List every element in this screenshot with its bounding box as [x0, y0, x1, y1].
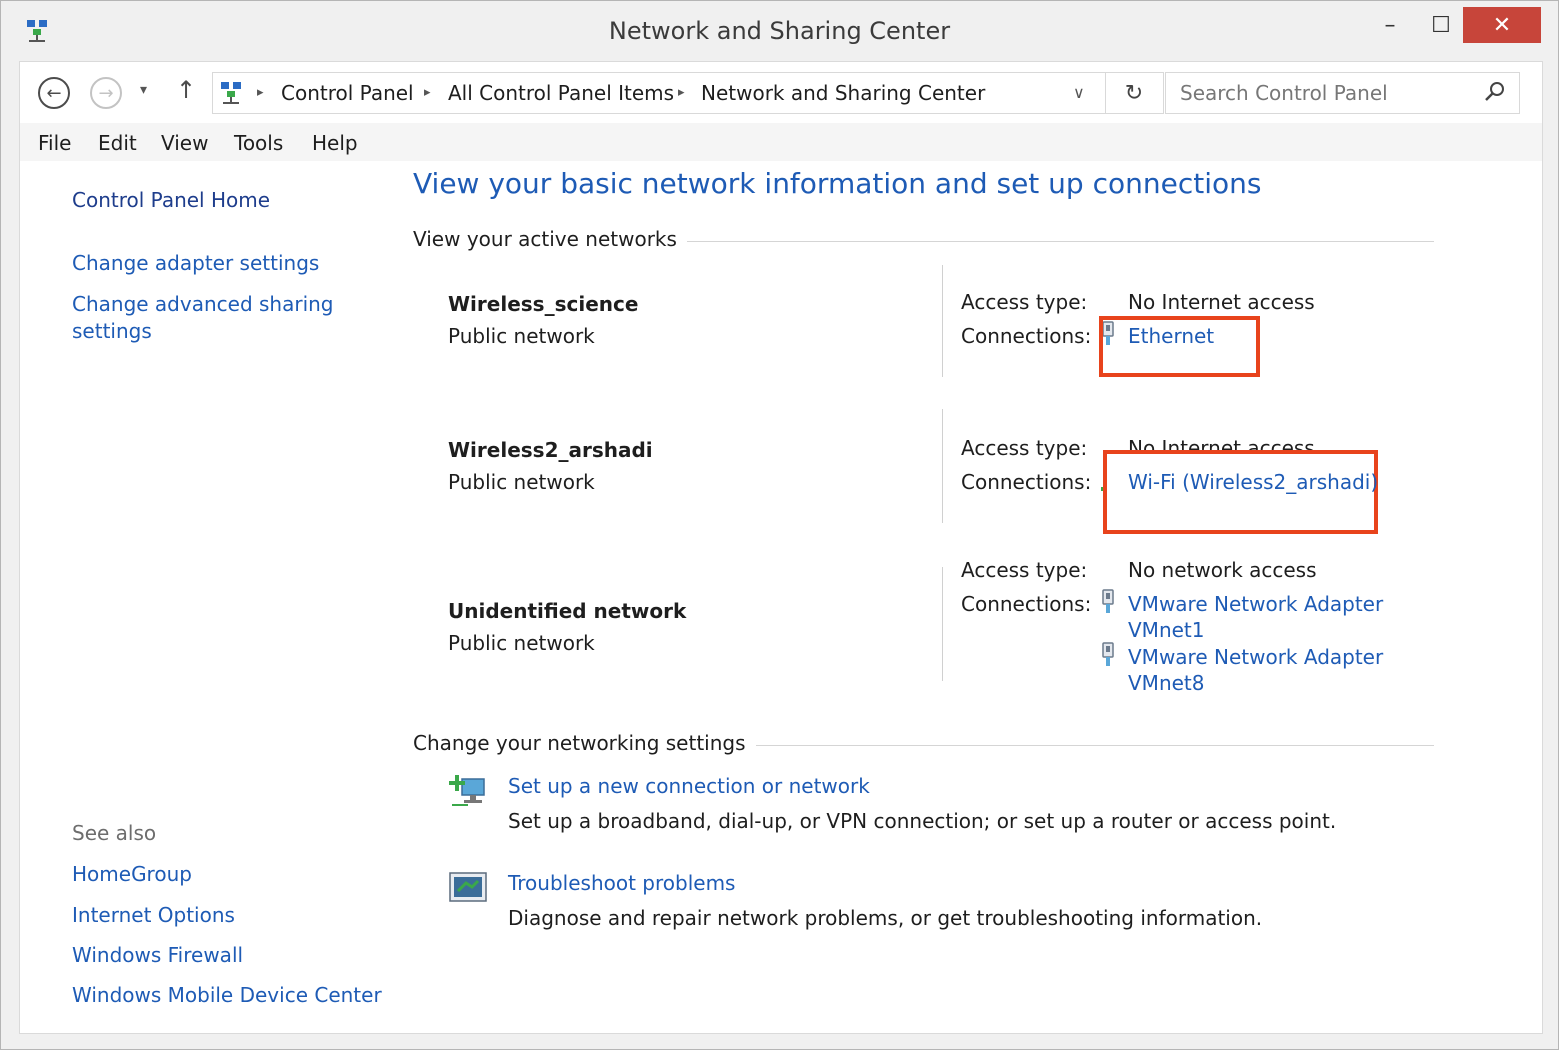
network-name: Unidentified network [448, 599, 687, 623]
divider [942, 567, 943, 681]
address-row: ← → ▾ ↑ ▸ Control Panel ▸ All Control Pa… [19, 61, 1543, 124]
ethernet-icon [1102, 642, 1114, 666]
troubleshoot-problems-link[interactable]: Troubleshoot problems [508, 871, 735, 895]
connections-label: Connections: [961, 324, 1092, 348]
search-placeholder: Search Control Panel [1180, 81, 1388, 105]
refresh-button[interactable]: ↻ [1105, 73, 1162, 113]
recent-pages-dropdown[interactable]: ▾ [140, 82, 147, 98]
divider [942, 265, 943, 377]
change-advanced-sharing-link-line2[interactable]: settings [72, 319, 152, 343]
access-type-label: Access type: [961, 436, 1088, 460]
see-also-title: See also [72, 821, 157, 845]
content-area: Control Panel Home Change adapter settin… [19, 161, 1543, 1034]
title-bar: Network and Sharing Center – ☐ ✕ [1, 1, 1558, 61]
vmnet1-connection-link-line2[interactable]: VMnet1 [1128, 618, 1204, 642]
menu-tools[interactable]: Tools [234, 131, 283, 155]
active-networks-title: View your active networks [413, 227, 687, 251]
breadcrumb-control-panel[interactable]: Control Panel [281, 81, 414, 105]
forward-button[interactable]: → [90, 77, 122, 109]
internet-options-link[interactable]: Internet Options [72, 903, 235, 927]
access-type-value: No network access [1128, 558, 1317, 582]
minimize-button[interactable]: – [1373, 7, 1407, 43]
window: Network and Sharing Center – ☐ ✕ ← → ▾ ↑… [0, 0, 1559, 1050]
access-type-label: Access type: [961, 290, 1088, 314]
access-type-label: Access type: [961, 558, 1088, 582]
up-button[interactable]: ↑ [176, 76, 196, 104]
wifi-connection-link-overlay[interactable]: Wi-Fi (Wireless2_arshadi) [1128, 470, 1378, 494]
menu-help[interactable]: Help [312, 131, 358, 155]
change-adapter-settings-link[interactable]: Change adapter settings [72, 251, 319, 275]
address-dropdown-icon[interactable]: ∨ [1073, 83, 1085, 102]
network-category-link[interactable]: Public network [448, 631, 595, 655]
ethernet-icon [1102, 589, 1114, 613]
window-title: Network and Sharing Center [608, 17, 951, 45]
access-type-value: No Internet access [1128, 290, 1315, 314]
breadcrumb-network-sharing[interactable]: Network and Sharing Center [701, 81, 985, 105]
search-input[interactable]: Search Control Panel [1165, 72, 1520, 114]
network-category-link[interactable]: Public network [448, 324, 595, 348]
breadcrumb-separator-icon[interactable]: ▸ [257, 85, 264, 100]
connections-label: Connections: [961, 470, 1092, 494]
divider [732, 745, 1434, 746]
network-category-link[interactable]: Public network [448, 470, 595, 494]
vmnet8-connection-link[interactable]: VMware Network Adapter [1128, 645, 1383, 669]
connections-label: Connections: [961, 592, 1092, 616]
windows-firewall-link[interactable]: Windows Firewall [72, 943, 243, 967]
control-panel-home-link[interactable]: Control Panel Home [72, 188, 270, 212]
breadcrumb-all-items[interactable]: All Control Panel Items [448, 81, 674, 105]
control-panel-icon [221, 82, 241, 104]
troubleshoot-problems-description: Diagnose and repair network problems, or… [508, 906, 1263, 930]
network-name: Wireless2_arshadi [448, 438, 653, 462]
setup-connection-link[interactable]: Set up a new connection or network [508, 774, 870, 798]
troubleshoot-icon [449, 872, 487, 902]
page-title: View your basic network information and … [413, 167, 1262, 200]
setup-connection-description: Set up a broadband, dial-up, or VPN conn… [508, 809, 1337, 833]
menu-edit[interactable]: Edit [98, 131, 137, 155]
homegroup-link[interactable]: HomeGroup [72, 862, 192, 886]
address-bar[interactable]: ▸ Control Panel ▸ All Control Panel Item… [212, 72, 1164, 114]
vmnet8-connection-link-line2[interactable]: VMnet8 [1128, 671, 1204, 695]
windows-mobile-device-center-link[interactable]: Windows Mobile Device Center [72, 983, 382, 1007]
menu-bar: File Edit View Tools Help [19, 123, 1543, 161]
divider [660, 241, 1434, 242]
close-button[interactable]: ✕ [1463, 7, 1541, 43]
divider [942, 409, 943, 523]
highlight-box [1099, 316, 1260, 377]
networking-settings-title: Change your networking settings [413, 731, 756, 755]
menu-file[interactable]: File [38, 131, 71, 155]
search-icon[interactable] [1483, 79, 1507, 103]
network-name: Wireless_science [448, 292, 639, 316]
vmnet1-connection-link[interactable]: VMware Network Adapter [1128, 592, 1383, 616]
back-button[interactable]: ← [38, 77, 70, 109]
maximize-button[interactable]: ☐ [1421, 7, 1461, 43]
breadcrumb-separator-icon[interactable]: ▸ [424, 85, 431, 100]
change-advanced-sharing-link[interactable]: Change advanced sharing [72, 292, 334, 316]
breadcrumb-separator-icon[interactable]: ▸ [678, 85, 685, 100]
new-connection-icon [449, 775, 485, 806]
menu-view[interactable]: View [161, 131, 208, 155]
